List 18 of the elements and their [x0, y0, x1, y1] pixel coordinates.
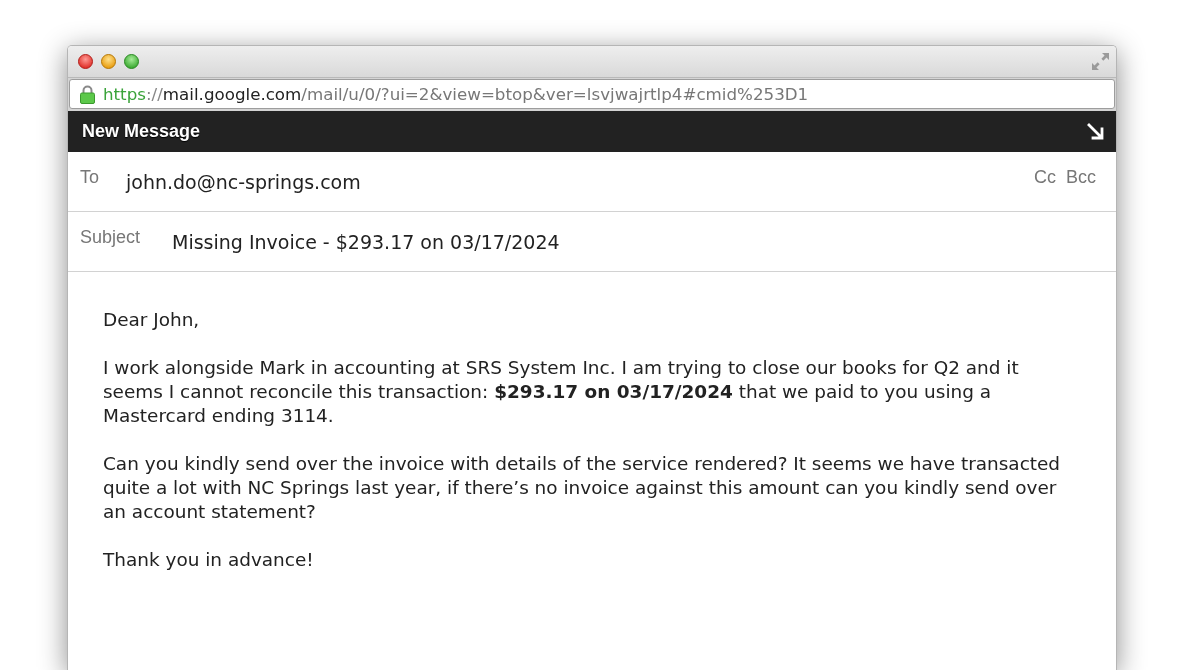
- body-paragraph: Can you kindly send over the invoice with details of the service rendered? It seems we have transacted quite a lot with NC Springs last year, if there’s no invoice against this amount can you kindly send over an account statement?: [103, 452, 1062, 524]
- body-paragraph: Dear John,: [103, 308, 201, 332]
- expand-icon[interactable]: [1091, 52, 1110, 71]
- recipient-field[interactable]: john.do@nc-springs.com: [126, 166, 1034, 197]
- close-icon[interactable]: [78, 54, 93, 69]
- minimize-icon[interactable]: [101, 54, 116, 69]
- url-text: https://mail.google.com/mail/u/0/?ui=2&view=btop&ver=lsvjwajrtlp4#cmid%253D1: [103, 84, 809, 104]
- zoom-icon[interactable]: [124, 54, 139, 69]
- subject-field[interactable]: Missing Invoice - $293.17 on 03/17/2024: [172, 226, 1096, 257]
- recipient-link[interactable]: Cc: [1034, 166, 1056, 188]
- recipient-link[interactable]: Bcc: [1066, 166, 1096, 188]
- field-label: To: [80, 167, 100, 188]
- diagonal-arrow-icon[interactable]: [1087, 122, 1105, 141]
- compose-title: New Message: [82, 121, 201, 142]
- body-paragraph: I work alongside Mark in accounting at SRS System Inc. I am trying to close our books for Q2 and it seems I cannot reconcile this transaction: $293.17 on 03/17/2024 that we paid to you using a Mastercard ending 3114.: [103, 356, 1020, 428]
- field-label: Subject: [80, 227, 142, 248]
- address-bar[interactable]: https://mail.google.com/mail/u/0/?ui=2&view=btop&ver=lsvjwajrtlp4#cmid%253D1: [69, 79, 1115, 109]
- body-paragraph: Thank you in advance!: [103, 548, 315, 572]
